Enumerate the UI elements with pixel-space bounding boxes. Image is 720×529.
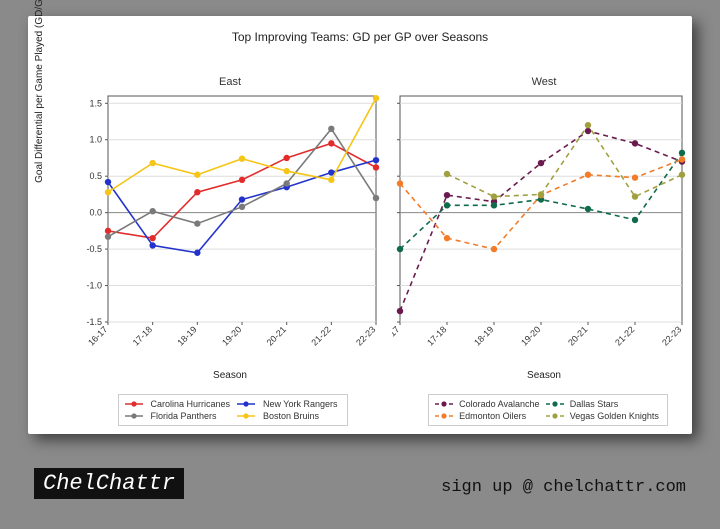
legend-swatch [237,400,255,408]
legend-label: Boston Bruins [263,411,341,421]
legend-swatch [435,400,453,408]
legend-label: Colorado Avalanche [459,399,542,409]
legend-label: Dallas Stars [570,399,661,409]
legend-swatch [546,412,564,420]
legend-label: New York Rangers [263,399,341,409]
svg-text:-1.0: -1.0 [86,281,102,291]
brand-badge: ChelChattr [34,468,184,499]
svg-text:19-20: 19-20 [519,324,542,347]
svg-text:16-17: 16-17 [86,324,109,347]
legend-label: Carolina Hurricanes [150,399,233,409]
svg-text:20-21: 20-21 [265,324,288,347]
svg-text:18-19: 18-19 [175,324,198,347]
chart-card: Top Improving Teams: GD per GP over Seas… [28,16,692,434]
x-axis-label-west: Season [404,370,684,381]
chart-west: 16-17 17-18 18-19 19-20 20-21 21-22 22-23 [392,90,690,368]
signup-text: sign up @ chelchattr.com [441,478,686,497]
subplot-title-east: East [90,76,370,88]
x-axis-label-east: Season [90,370,370,381]
svg-text:-0.5: -0.5 [86,244,102,254]
svg-text:22-23: 22-23 [354,324,377,347]
svg-text:-1.5: -1.5 [86,317,102,327]
legend-swatch [237,412,255,420]
svg-text:22-23: 22-23 [660,324,683,347]
legend-label: Vegas Golden Knights [570,411,661,421]
svg-text:19-20: 19-20 [220,324,243,347]
subplot-title-west: West [404,76,684,88]
svg-text:18-19: 18-19 [472,324,495,347]
legend-label: Edmonton Oilers [459,411,542,421]
legend-label: Florida Panthers [150,411,233,421]
svg-text:16-17: 16-17 [392,324,401,347]
legend-swatch [125,412,143,420]
svg-text:17-18: 17-18 [131,324,154,347]
svg-text:1.5: 1.5 [89,98,102,108]
chart-title: Top Improving Teams: GD per GP over Seas… [28,30,692,44]
chart-east: -1.5 -1.0 -0.5 0.0 0.5 1.0 1.5 16-17 17-18 18-19 1… [74,90,384,368]
svg-text:1.0: 1.0 [89,135,102,145]
svg-text:0.5: 0.5 [89,171,102,181]
legend-east: Carolina Hurricanes New York Rangers Flori… [118,394,348,426]
legend-swatch [125,400,143,408]
svg-text:0.0: 0.0 [89,208,102,218]
svg-text:21-22: 21-22 [613,324,636,347]
legend-swatch [546,400,564,408]
legend-swatch [435,412,453,420]
svg-text:20-21: 20-21 [566,324,589,347]
svg-text:21-22: 21-22 [309,324,332,347]
svg-text:17-18: 17-18 [425,324,448,347]
legend-west: Colorado Avalanche Dallas Stars Edmonton O… [428,394,668,426]
y-axis-label: Goal Differential per Game Played (GD/GP… [34,0,45,216]
